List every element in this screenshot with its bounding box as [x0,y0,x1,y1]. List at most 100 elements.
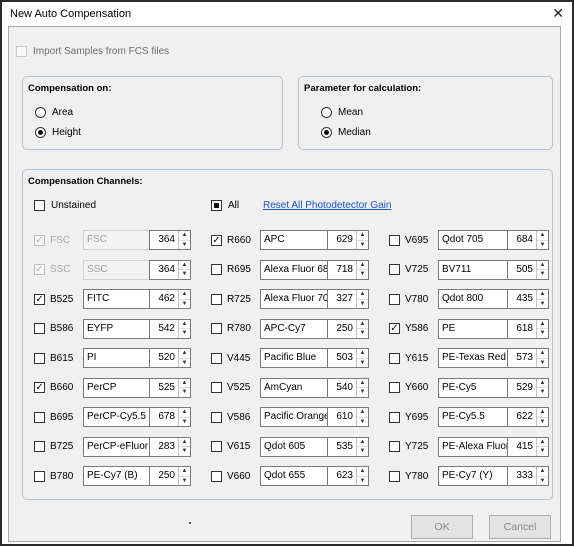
channel-checkbox[interactable] [389,382,400,393]
spin-down-icon[interactable]: ▼ [537,447,548,456]
channel-checkbox[interactable] [211,470,222,482]
gain-stepper[interactable]: 525 ▲ ▼ [149,377,191,398]
spin-up-icon[interactable]: ▲ [537,231,548,241]
spin-up-icon[interactable]: ▲ [179,379,190,388]
spin-up-icon[interactable]: ▲ [357,438,368,447]
gain-stepper[interactable]: 542 ▲ ▼ [149,318,191,339]
channel-name-field[interactable]: APC [260,230,330,250]
gain-value[interactable]: 505 [508,261,536,279]
gain-stepper[interactable]: 629 ▲ ▼ [327,230,369,250]
spin-up-icon[interactable]: ▲ [357,408,368,418]
gain-value[interactable]: 364 [150,261,178,279]
title-bar[interactable]: New Auto Compensation ✕ [2,2,572,26]
gain-value[interactable]: 327 [328,290,356,308]
gain-value[interactable]: 535 [328,438,356,456]
spin-up-icon[interactable]: ▲ [179,320,190,329]
spin-down-icon[interactable]: ▼ [179,477,190,486]
channel-name-field[interactable]: Pacific Blue [260,348,330,368]
channel-name-field[interactable]: PE-Cy7 (Y) [438,466,512,486]
channel-checkbox[interactable] [211,411,222,423]
mean-radio[interactable] [321,107,332,118]
channel-name-field[interactable]: APC-Cy7 [260,318,330,339]
spin-up-icon[interactable]: ▲ [537,290,548,300]
gain-stepper[interactable]: 364 ▲ ▼ [149,230,191,250]
channel-checkbox[interactable] [34,234,45,246]
gain-value[interactable]: 503 [328,349,356,367]
spin-down-icon[interactable]: ▼ [179,447,190,456]
gain-stepper[interactable]: 623 ▲ ▼ [327,466,369,486]
spin-up-icon[interactable]: ▲ [357,231,368,241]
spin-down-icon[interactable]: ▼ [179,359,190,368]
channel-checkbox[interactable] [211,293,222,305]
channel-name-field[interactable]: AmCyan [260,377,330,398]
spin-down-icon[interactable]: ▼ [179,241,190,250]
spin-up-icon[interactable]: ▲ [537,379,548,388]
gain-value[interactable]: 610 [328,408,356,426]
spin-up-icon[interactable]: ▲ [537,467,548,477]
spin-up-icon[interactable]: ▲ [537,438,548,447]
channel-name-field[interactable]: PE-Texas Red [438,348,512,368]
reset-gain-link[interactable]: Reset All Photodetector Gain [263,200,391,211]
channel-checkbox[interactable] [34,382,45,393]
spin-down-icon[interactable]: ▼ [537,270,548,279]
spin-down-icon[interactable]: ▼ [357,300,368,309]
gain-value[interactable]: 415 [508,438,536,456]
median-radio[interactable] [321,127,332,138]
channel-checkbox[interactable] [389,411,400,423]
spin-up-icon[interactable]: ▲ [537,261,548,270]
gain-value[interactable]: 364 [150,231,178,249]
spin-down-icon[interactable]: ▼ [357,241,368,250]
channel-checkbox[interactable] [389,470,400,482]
spin-down-icon[interactable]: ▼ [357,388,368,397]
channel-name-field[interactable]: Pacific Orange [260,407,330,427]
channel-checkbox[interactable] [389,264,400,275]
channel-name-field[interactable]: Qdot 705 [438,230,512,250]
gain-stepper[interactable]: 283 ▲ ▼ [149,436,191,457]
channel-checkbox[interactable] [211,264,222,275]
channel-name-field[interactable]: Alexa Fluor 700 [260,289,330,309]
spin-up-icon[interactable]: ▲ [179,438,190,447]
spin-down-icon[interactable]: ▼ [357,477,368,486]
all-row[interactable]: All [211,200,239,211]
spin-up-icon[interactable]: ▲ [179,290,190,300]
spin-up-icon[interactable]: ▲ [179,349,190,359]
gain-value[interactable]: 462 [150,290,178,308]
gain-stepper[interactable]: 678 ▲ ▼ [149,407,191,427]
spin-up-icon[interactable]: ▲ [537,408,548,418]
gain-value[interactable]: 623 [328,467,356,485]
channel-checkbox[interactable] [211,352,222,364]
spin-down-icon[interactable]: ▼ [357,359,368,368]
import-samples-checkbox[interactable] [16,46,27,57]
spin-down-icon[interactable]: ▼ [537,329,548,338]
channel-name-field[interactable]: PerCP-eFluor 7 [83,436,151,457]
gain-value[interactable]: 678 [150,408,178,426]
gain-value[interactable]: 718 [328,261,356,279]
gain-value[interactable]: 525 [150,379,178,397]
radio-height[interactable]: Height [35,127,81,138]
gain-stepper[interactable]: 505 ▲ ▼ [507,259,549,280]
radio-median[interactable]: Median [321,127,371,138]
spin-up-icon[interactable]: ▲ [357,379,368,388]
spin-down-icon[interactable]: ▼ [357,447,368,456]
spin-up-icon[interactable]: ▲ [357,467,368,477]
channel-name-field[interactable]: PE-Alexa Fluor [438,436,512,457]
height-radio[interactable] [35,127,46,138]
spin-down-icon[interactable]: ▼ [179,300,190,309]
channel-checkbox[interactable] [211,323,222,334]
channel-name-field[interactable]: FSC [83,230,151,250]
gain-value[interactable]: 250 [328,320,356,338]
gain-stepper[interactable]: 718 ▲ ▼ [327,259,369,280]
spin-down-icon[interactable]: ▼ [537,388,548,397]
channel-checkbox[interactable] [389,441,400,452]
spin-up-icon[interactable]: ▲ [179,408,190,418]
channel-name-field[interactable]: PE-Cy7 (B) [83,466,151,486]
gain-stepper[interactable]: 540 ▲ ▼ [327,377,369,398]
gain-stepper[interactable]: 364 ▲ ▼ [149,259,191,280]
channel-name-field[interactable]: PI [83,348,151,368]
gain-value[interactable]: 250 [150,467,178,485]
channel-name-field[interactable]: Qdot 800 [438,289,512,309]
gain-stepper[interactable]: 333 ▲ ▼ [507,466,549,486]
channel-name-field[interactable]: PE-Cy5.5 [438,407,512,427]
spin-up-icon[interactable]: ▲ [179,231,190,241]
channel-checkbox[interactable] [211,441,222,452]
